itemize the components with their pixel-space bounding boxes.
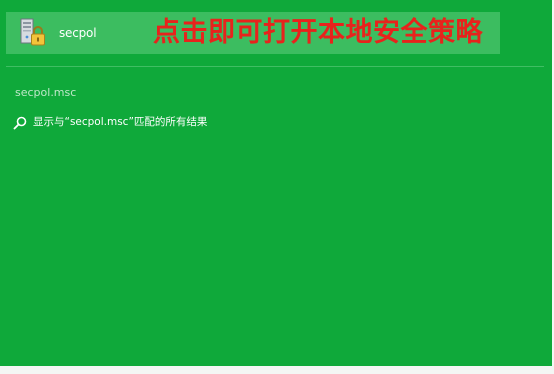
page-margin <box>0 366 554 374</box>
divider <box>6 66 544 67</box>
search-query-text: secpol.msc <box>15 86 77 99</box>
top-result-name: secpol <box>59 26 97 40</box>
search-panel: secpol 点击即可打开本地安全策略 secpol.msc 显示与“secpo… <box>0 0 552 366</box>
security-policy-icon <box>15 17 47 49</box>
top-result-tile[interactable]: secpol 点击即可打开本地安全策略 <box>6 12 500 54</box>
search-icon <box>13 115 27 130</box>
show-all-results-label: 显示与“secpol.msc”匹配的所有结果 <box>33 116 208 128</box>
annotation-caption: 点击即可打开本地安全策略 <box>153 17 483 48</box>
show-all-results-link[interactable]: 显示与“secpol.msc”匹配的所有结果 <box>13 114 207 130</box>
